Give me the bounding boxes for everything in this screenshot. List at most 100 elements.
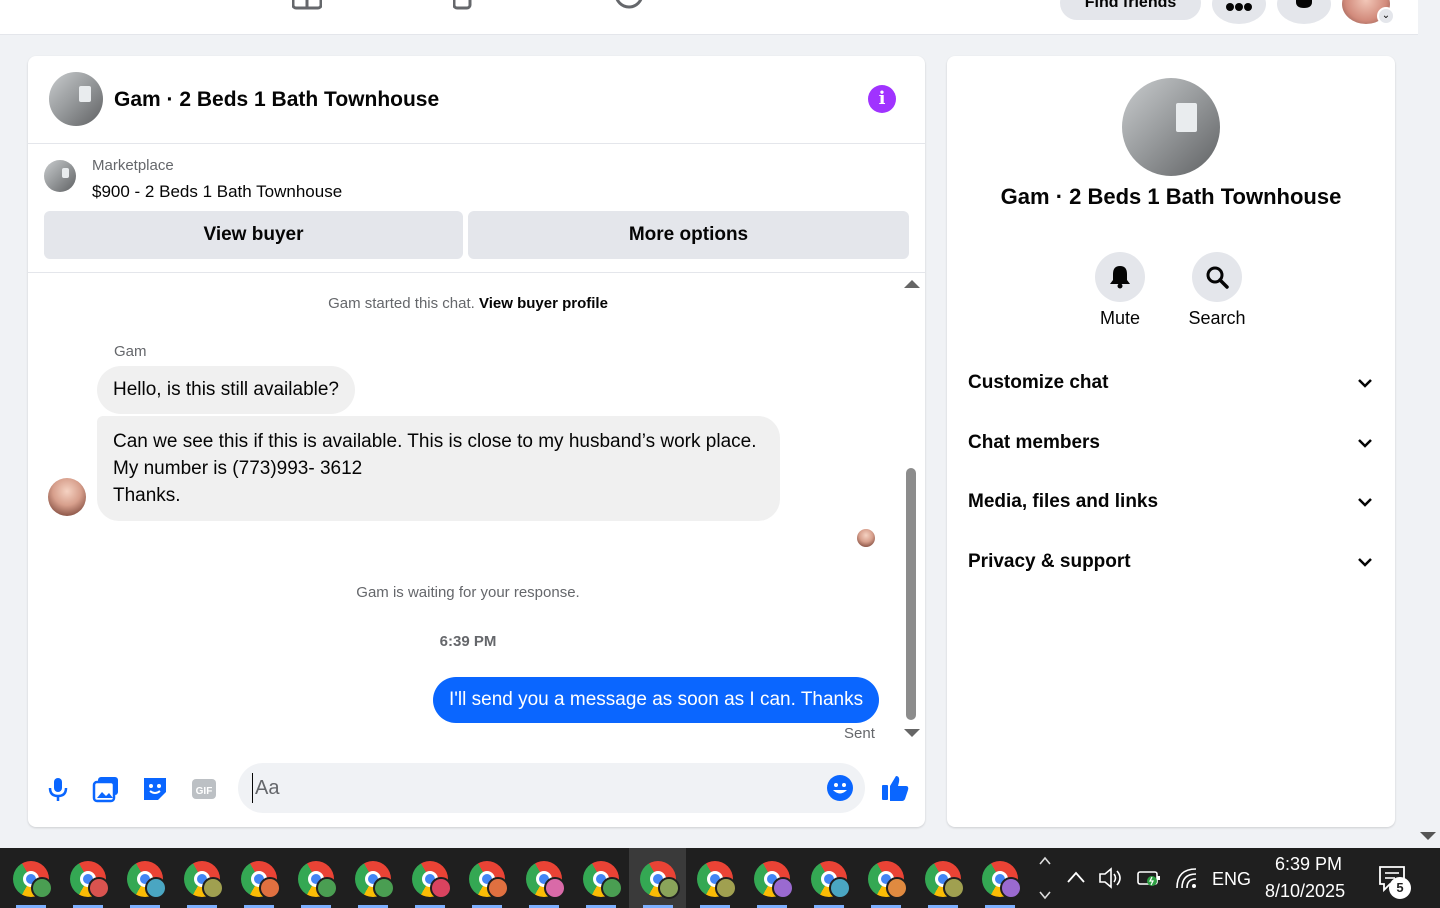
mute-button[interactable]: Mute	[1080, 252, 1160, 329]
taskbar-chrome-window[interactable]	[173, 848, 230, 908]
chrome-profile-badge-icon	[772, 877, 794, 899]
info-icon[interactable]: i	[868, 85, 896, 113]
section-label: Customize chat	[968, 372, 1109, 393]
taskbar-chrome-window[interactable]	[743, 848, 800, 908]
menu-button[interactable]	[1212, 0, 1266, 24]
marketplace-listing-card: Marketplace $900 - 2 Beds 1 Bath Townhou…	[28, 144, 925, 273]
taskbar-chrome-window[interactable]	[629, 848, 686, 908]
chat-title[interactable]: Gam · 2 Beds 1 Bath Townhouse	[114, 88, 439, 112]
battery-icon[interactable]	[1136, 868, 1162, 888]
conversation-info-panel: Gam · 2 Beds 1 Bath Townhouse Mute Searc…	[947, 56, 1395, 827]
taskbar-scroll-up-icon[interactable]	[1038, 856, 1052, 866]
emoji-icon[interactable]	[826, 774, 854, 802]
listing-small-thumbnail	[44, 160, 76, 192]
more-options-button[interactable]: More options	[468, 211, 909, 259]
chrome-profile-badge-icon	[715, 877, 737, 899]
chevron-down-icon	[1358, 379, 1372, 388]
taskbar-chrome-window[interactable]	[2, 848, 59, 908]
chevron-down-icon	[1358, 439, 1372, 448]
sender-avatar[interactable]	[48, 478, 86, 516]
scroll-up-arrow-icon[interactable]	[904, 280, 920, 288]
chrome-profile-badge-icon	[373, 877, 395, 899]
taskbar-chrome-window[interactable]	[857, 848, 914, 908]
photo-icon[interactable]	[92, 775, 120, 803]
menu-dots-icon	[1226, 3, 1252, 11]
taskbar-chrome-window[interactable]	[401, 848, 458, 908]
listing-thumbnail[interactable]	[49, 72, 103, 126]
bell-icon	[1110, 266, 1130, 289]
account-chevron-icon[interactable]: ⌄	[1377, 7, 1395, 25]
message-timestamp: 6:39 PM	[439, 633, 497, 650]
taskbar-chrome-window[interactable]	[59, 848, 116, 908]
chrome-profile-badge-icon	[316, 877, 338, 899]
chrome-profile-badge-icon	[88, 877, 110, 899]
taskbar-chrome-window[interactable]	[230, 848, 287, 908]
taskbar-chrome-window[interactable]	[686, 848, 743, 908]
windows-taskbar: ENG 6:39 PM 8/10/2025 5	[0, 848, 1440, 908]
search-icon	[1206, 266, 1229, 289]
wifi-icon[interactable]	[1174, 866, 1198, 890]
input-language[interactable]: ENG	[1212, 869, 1251, 890]
customize-chat-section[interactable]: Customize chat	[968, 363, 1373, 403]
message-scrollbar-thumb[interactable]	[906, 468, 916, 720]
top-navigation-bar: Find friends ⌄	[0, 0, 1418, 35]
microphone-icon[interactable]	[44, 775, 72, 803]
clock-time[interactable]: 6:39 PM	[1275, 854, 1342, 875]
sticker-icon[interactable]	[141, 775, 169, 803]
view-buyer-button[interactable]: View buyer	[44, 211, 463, 259]
taskbar-chrome-window[interactable]	[515, 848, 572, 908]
listing-title[interactable]: $900 - 2 Beds 1 Bath Townhouse	[92, 182, 342, 202]
incoming-message[interactable]: Can we see this if this is available. Th…	[97, 416, 780, 521]
search-button[interactable]: Search	[1177, 252, 1257, 329]
message-input[interactable]	[252, 773, 812, 803]
section-label: Privacy & support	[968, 551, 1131, 572]
message-composer: GIF	[28, 761, 925, 827]
like-thumbs-up-icon[interactable]	[880, 773, 910, 803]
message-list: Gam started this chat. View buyer profil…	[28, 273, 925, 761]
chrome-profile-badge-icon	[430, 877, 452, 899]
groups-nav-icon[interactable]	[453, 0, 483, 10]
info-title: Gam · 2 Beds 1 Bath Townhouse	[1000, 184, 1342, 209]
chrome-profile-badge-icon	[658, 877, 680, 899]
taskbar-chrome-window[interactable]	[458, 848, 515, 908]
taskbar-chrome-window[interactable]	[116, 848, 173, 908]
chrome-profile-badge-icon	[202, 877, 224, 899]
taskbar-chrome-window[interactable]	[914, 848, 971, 908]
chrome-profile-badge-icon	[886, 877, 908, 899]
marketplace-nav-icon[interactable]	[292, 0, 322, 10]
taskbar-chrome-window[interactable]	[800, 848, 857, 908]
taskbar-chrome-window[interactable]	[344, 848, 401, 908]
info-listing-photo[interactable]	[1122, 78, 1220, 176]
show-hidden-icons-chevron-icon[interactable]	[1066, 870, 1086, 884]
find-friends-button[interactable]: Find friends	[1060, 0, 1201, 20]
privacy-support-section[interactable]: Privacy & support	[968, 542, 1373, 582]
chrome-profile-badge-icon	[31, 877, 53, 899]
taskbar-chrome-window[interactable]	[971, 848, 1028, 908]
chrome-profile-badge-icon	[544, 877, 566, 899]
chevron-down-icon	[1358, 498, 1372, 507]
chat-members-section[interactable]: Chat members	[968, 423, 1373, 463]
chrome-profile-badge-icon	[943, 877, 965, 899]
taskbar-chrome-window[interactable]	[287, 848, 344, 908]
chevron-down-icon	[1358, 558, 1372, 567]
chrome-profile-badge-icon	[259, 877, 281, 899]
view-buyer-profile-link[interactable]: View buyer profile	[479, 295, 608, 312]
gaming-nav-icon[interactable]	[614, 0, 644, 10]
search-label: Search	[1188, 308, 1246, 328]
scroll-down-arrow-icon[interactable]	[904, 729, 920, 737]
seen-by-avatar	[857, 529, 875, 547]
taskbar-chrome-window[interactable]	[572, 848, 629, 908]
incoming-message[interactable]: Hello, is this still available?	[97, 366, 355, 414]
clock-date[interactable]: 8/10/2025	[1265, 881, 1345, 902]
gif-icon[interactable]: GIF	[190, 775, 218, 803]
media-files-links-section[interactable]: Media, files and links	[968, 482, 1373, 522]
chat-header: Gam · 2 Beds 1 Bath Townhouse i	[28, 56, 925, 144]
incoming-message-text: Thanks.	[113, 485, 181, 506]
page-scroll-down-arrow-icon[interactable]	[1420, 832, 1436, 840]
volume-icon[interactable]	[1098, 867, 1124, 889]
notifications-button[interactable]	[1277, 0, 1331, 24]
outgoing-message[interactable]: I'll send you a message as soon as I can…	[433, 677, 880, 723]
section-label: Chat members	[968, 432, 1100, 453]
bell-icon	[1296, 0, 1312, 8]
taskbar-scroll-down-icon[interactable]	[1038, 890, 1052, 900]
